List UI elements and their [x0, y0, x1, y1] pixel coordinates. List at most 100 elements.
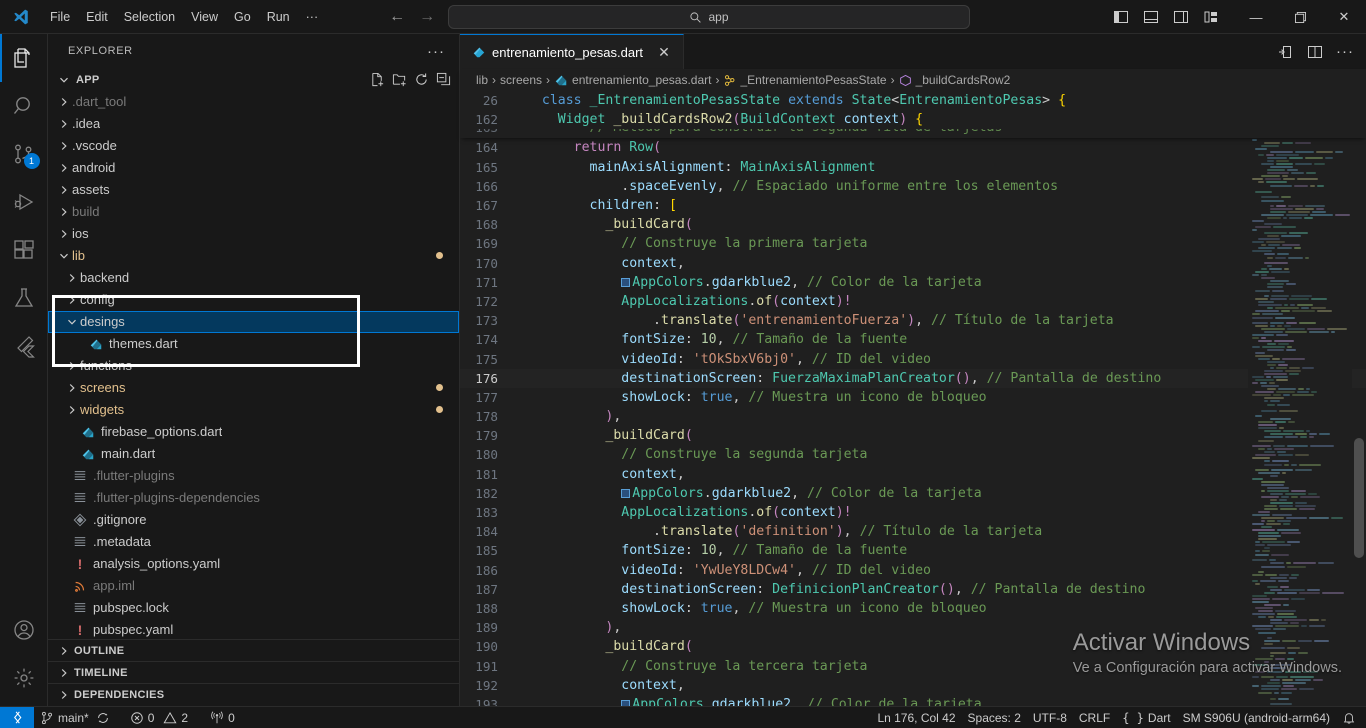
- tree-item-analysis-options-yaml[interactable]: ! analysis_options.yaml: [48, 553, 459, 575]
- activity-source-control[interactable]: 1: [0, 130, 48, 178]
- menu-go[interactable]: Go: [226, 7, 259, 27]
- menu-selection[interactable]: Selection: [116, 7, 183, 27]
- tree-item-main-dart[interactable]: main.dart: [48, 443, 459, 465]
- close-button[interactable]: ✕: [1322, 0, 1366, 34]
- toggle-panel-icon[interactable]: [1138, 4, 1164, 30]
- code-text: context,: [621, 255, 685, 271]
- breadcrumb-item[interactable]: lib: [476, 73, 488, 87]
- activity-explorer[interactable]: [0, 34, 48, 82]
- activity-extensions[interactable]: [0, 226, 48, 274]
- new-file-icon[interactable]: [370, 72, 385, 87]
- status-language-mode[interactable]: { } Dart: [1116, 707, 1176, 728]
- maximize-button[interactable]: [1278, 0, 1322, 34]
- activity-run-and-debug[interactable]: [0, 178, 48, 226]
- status-problems[interactable]: 0 2: [124, 707, 194, 728]
- code-editor[interactable]: 164 return Row(165 mainAxisAlignment: Ma…: [460, 138, 1366, 706]
- activity-accounts[interactable]: [0, 606, 48, 654]
- open-changes-icon[interactable]: [1272, 39, 1298, 65]
- close-icon[interactable]: ✕: [655, 43, 673, 61]
- status-eol[interactable]: CRLF: [1073, 707, 1116, 728]
- toggle-secondary-sidebar-icon[interactable]: [1168, 4, 1194, 30]
- section-dependencies[interactable]: DEPENDENCIES: [48, 684, 459, 706]
- breadcrumb-item[interactable]: _EntrenamientoPesasState: [723, 73, 887, 87]
- refresh-icon[interactable]: [414, 72, 429, 87]
- breadcrumb-item[interactable]: screens: [500, 73, 542, 87]
- status-cursor-position[interactable]: Ln 176, Col 42: [871, 707, 961, 728]
- status-encoding[interactable]: UTF-8: [1027, 707, 1073, 728]
- toggle-primary-sidebar-icon[interactable]: [1108, 4, 1134, 30]
- tree-item-config[interactable]: config: [48, 289, 459, 311]
- collapse-all-icon[interactable]: [436, 72, 451, 87]
- breadcrumb-item[interactable]: _buildCardsRow2: [899, 73, 1010, 87]
- tab-label: entrenamiento_pesas.dart: [492, 44, 644, 60]
- modified-indicator: [436, 384, 443, 392]
- line-number: 172: [475, 293, 498, 309]
- tree-item-label: themes.dart: [109, 336, 178, 352]
- tree-item-lib[interactable]: lib: [48, 245, 459, 267]
- tree-item-metadata[interactable]: .metadata: [48, 531, 459, 553]
- status-flutter-device[interactable]: SM S906U (android-arm64): [1177, 707, 1336, 728]
- arrow-right-icon[interactable]: →: [418, 8, 436, 25]
- tree-item-idea[interactable]: .idea: [48, 113, 459, 135]
- tree-item-widgets[interactable]: widgets: [48, 399, 459, 421]
- tree-item-pubspec-lock[interactable]: pubspec.lock: [48, 597, 459, 619]
- sidebar-more-actions-icon[interactable]: ···: [421, 43, 451, 60]
- menu-edit[interactable]: Edit: [78, 7, 116, 27]
- activity-search[interactable]: [0, 82, 48, 130]
- tree-item-firebase-options-dart[interactable]: firebase_options.dart: [48, 421, 459, 443]
- explorer-sidebar: EXPLORER ··· APP .dart_tool .idea .vscod…: [48, 34, 460, 706]
- status-ports[interactable]: 0: [204, 707, 241, 728]
- section-outline[interactable]: OUTLINE: [48, 640, 459, 662]
- status-notifications[interactable]: [1336, 707, 1366, 728]
- split-editor-icon[interactable]: [1302, 39, 1328, 65]
- tree-item-assets[interactable]: assets: [48, 179, 459, 201]
- code-line: 187 destinationScreen: DefinicionPlanCre…: [460, 580, 1366, 599]
- breadcrumb-item[interactable]: entrenamiento_pesas.dart: [554, 73, 711, 87]
- menu-more[interactable]: ···: [298, 7, 327, 27]
- tree-item-app-iml[interactable]: app.iml: [48, 575, 459, 597]
- more-actions-icon[interactable]: ···: [1332, 39, 1358, 65]
- tree-item-label: .flutter-plugins: [93, 468, 175, 484]
- arrow-left-icon[interactable]: ←: [388, 8, 406, 25]
- scrollbar-thumb[interactable]: [1354, 438, 1364, 559]
- tree-item-pubspec-yaml[interactable]: ! pubspec.yaml: [48, 619, 459, 639]
- code-text: // Construye la primera tarjeta: [621, 236, 868, 252]
- status-branch[interactable]: main*: [34, 707, 116, 728]
- new-folder-icon[interactable]: [392, 72, 407, 87]
- activity-testing[interactable]: [0, 274, 48, 322]
- command-center-search[interactable]: app: [448, 5, 970, 29]
- sync-icon[interactable]: [96, 711, 110, 725]
- tree-item-android[interactable]: android: [48, 157, 459, 179]
- tree-item-flutter-plugins-dependencies[interactable]: .flutter-plugins-dependencies: [48, 487, 459, 509]
- remote-window-indicator[interactable]: [0, 706, 34, 728]
- tree-item-backend[interactable]: backend: [48, 267, 459, 289]
- activity-manage-gear-icon[interactable]: [0, 654, 48, 702]
- menu-file[interactable]: File: [42, 7, 78, 27]
- tree-item-functions[interactable]: functions: [48, 355, 459, 377]
- tree-item-themes-dart[interactable]: themes.dart: [48, 333, 459, 355]
- code-text: .translate('entrenamientoFuerza'), // Tí…: [653, 313, 1114, 329]
- status-indentation[interactable]: Spaces: 2: [962, 707, 1027, 728]
- modified-indicator: [436, 406, 443, 414]
- tree-item-vscode[interactable]: .vscode: [48, 135, 459, 157]
- tree-item-flutter-plugins[interactable]: .flutter-plugins: [48, 465, 459, 487]
- menu-view[interactable]: View: [183, 7, 226, 27]
- menu-run[interactable]: Run: [259, 7, 298, 27]
- tree-item-screens[interactable]: screens: [48, 377, 459, 399]
- minimap[interactable]: [1248, 138, 1352, 706]
- tree-item-desings[interactable]: desings: [48, 310, 459, 333]
- explorer-root-header[interactable]: APP: [48, 69, 459, 91]
- section-timeline[interactable]: TIMELINE: [48, 662, 459, 684]
- error-icon: [130, 711, 144, 725]
- editor-scrollbar[interactable]: [1352, 138, 1366, 706]
- tree-item-dart-tool[interactable]: .dart_tool: [48, 91, 459, 113]
- tree-item-gitignore[interactable]: .gitignore: [48, 509, 459, 531]
- minimize-button[interactable]: —: [1234, 0, 1278, 34]
- tab-entrenamiento-pesas[interactable]: entrenamiento_pesas.dart ✕: [460, 34, 685, 69]
- tree-item-ios[interactable]: ios: [48, 223, 459, 245]
- customize-layout-icon[interactable]: [1198, 4, 1224, 30]
- activity-flutter[interactable]: [0, 322, 48, 370]
- chevron-right-icon: [56, 687, 72, 703]
- tree-item-build[interactable]: build: [48, 201, 459, 223]
